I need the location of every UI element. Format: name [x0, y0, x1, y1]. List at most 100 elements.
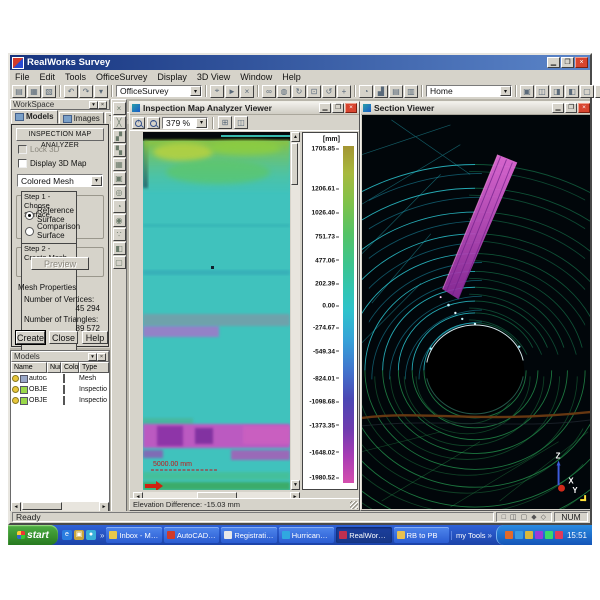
target-icon[interactable]: ◎ — [113, 186, 126, 199]
target-icon[interactable]: ⌖ — [210, 85, 224, 98]
close-all-icon[interactable]: × — [595, 85, 600, 98]
tray-power-icon[interactable] — [555, 531, 563, 539]
scroll-down-icon[interactable]: ▼ — [291, 480, 300, 490]
comparison-surface-radio[interactable]: Comparison Surface — [25, 222, 103, 240]
column-num[interactable]: Num... — [47, 362, 61, 373]
scroll-thumb[interactable] — [291, 143, 298, 185]
menu-item[interactable]: OfficeSurvey — [91, 72, 152, 82]
close-button[interactable]: × — [345, 103, 357, 113]
tray-alert-icon[interactable] — [505, 531, 513, 539]
title-bar[interactable]: RealWorks Survey ▁ ❐ × — [10, 55, 590, 70]
zoom-out-icon[interactable]: − — [147, 117, 160, 129]
mesh-type-combo[interactable]: Colored Mesh ▾ — [17, 174, 103, 187]
taskbar-task[interactable]: Inbox - Microsof... — [106, 527, 161, 543]
radio-icon[interactable] — [25, 227, 34, 236]
panel-menu-button[interactable]: ▾ — [88, 353, 97, 361]
menu-item[interactable]: File — [10, 72, 35, 82]
delete-icon[interactable]: × — [113, 102, 126, 115]
chart-icon[interactable]: ▟ — [374, 85, 388, 98]
tray-sync-icon[interactable] — [545, 531, 553, 539]
osnap-icon[interactable]: ◇ — [539, 513, 548, 521]
clip-icon[interactable]: ╳ — [113, 116, 126, 129]
tab-models[interactable]: Models — [11, 110, 58, 124]
close-form-button[interactable]: Close — [49, 331, 78, 344]
menu-item[interactable]: Tools — [60, 72, 91, 82]
tray-antivirus-icon[interactable] — [525, 531, 533, 539]
measure-icon[interactable]: + — [337, 85, 351, 98]
ie-icon[interactable]: e — [62, 530, 72, 540]
refresh-icon[interactable]: ↺ — [322, 85, 336, 98]
inspection-heatmap[interactable]: 5000.00 mm — [143, 132, 290, 490]
panel-menu-button[interactable]: ▾ — [89, 101, 98, 109]
visibility-icon[interactable] — [12, 397, 19, 404]
palette-icon[interactable]: ▥ — [404, 85, 418, 98]
combo-arrow-icon[interactable]: ▾ — [196, 118, 207, 128]
start-button[interactable]: start — [8, 525, 58, 545]
menu-item[interactable]: Edit — [35, 72, 61, 82]
cloud-icon[interactable]: ∵ — [113, 228, 126, 241]
tab-images[interactable]: Images — [59, 112, 104, 124]
undo-icon[interactable]: ↶ — [64, 85, 78, 98]
scroll-up-icon[interactable]: ▲ — [291, 132, 300, 142]
minimize-button[interactable]: ▁ — [552, 103, 564, 113]
pick-icon[interactable]: ► — [225, 85, 239, 98]
visibility-icon[interactable] — [12, 375, 19, 382]
my-tools-overflow-icon[interactable]: » — [488, 531, 492, 540]
pan-icon[interactable]: ◫ — [234, 116, 248, 129]
tray-display-icon[interactable] — [535, 531, 543, 539]
mesh-icon[interactable]: ▦ — [113, 158, 126, 171]
layers-icon[interactable]: ▤ — [389, 85, 403, 98]
show-desktop-icon[interactable]: ▣ — [74, 530, 84, 540]
menu-item[interactable]: 3D View — [192, 72, 235, 82]
lock-3d-checkbox[interactable]: Lock 3D — [18, 145, 59, 154]
taskbar-task[interactable]: RealWorks Survey — [336, 527, 391, 543]
tile-icon[interactable]: ◫ — [535, 85, 549, 98]
menu-item[interactable]: Help — [277, 72, 306, 82]
panel-close-button[interactable]: × — [97, 353, 106, 361]
options-icon[interactable]: ▾ — [94, 85, 108, 98]
panel-close-button[interactable]: × — [98, 101, 107, 109]
save-icon[interactable]: ▦ — [27, 85, 41, 98]
table-row[interactable]: OBJECT... Inspectio — [11, 384, 109, 395]
visibility-icon[interactable] — [12, 386, 19, 393]
help-button[interactable]: Help — [82, 331, 108, 344]
open-icon[interactable]: ▤ — [12, 85, 26, 98]
my-tools-toolbar[interactable]: my Tools » — [451, 531, 496, 540]
taskbar-task[interactable]: Hurricane - Micro... — [279, 527, 334, 543]
segmentation-icon[interactable]: ▚ — [113, 144, 126, 157]
probe-icon[interactable]: ◉ — [113, 214, 126, 227]
sampling-icon[interactable]: ▞ — [113, 130, 126, 143]
projection-icon[interactable]: ◧ — [113, 242, 126, 255]
resize-grip[interactable] — [350, 501, 358, 509]
table-row[interactable]: autocad... Mesh — [11, 373, 109, 384]
view-frame-icon[interactable]: ▢ — [519, 513, 530, 521]
view-combo[interactable]: Home ▾ — [426, 85, 512, 97]
close-button[interactable]: × — [575, 57, 588, 68]
snap-icon[interactable]: ◆ — [529, 513, 538, 521]
taskbar-task[interactable]: Registration Rep... — [221, 527, 276, 543]
redo-icon[interactable]: ↷ — [79, 85, 93, 98]
section-window-titlebar[interactable]: Section Viewer ▁ ❐ × — [361, 102, 590, 115]
minimize-button[interactable]: ▁ — [319, 103, 331, 113]
minimize-button[interactable]: ▁ — [547, 57, 560, 68]
fit-view-icon[interactable]: ⊞ — [218, 116, 232, 129]
close-button[interactable]: × — [578, 103, 590, 113]
maximize-button[interactable]: ❐ — [565, 103, 577, 113]
display-3d-checkbox[interactable]: Display 3D Map — [18, 159, 86, 168]
media-icon[interactable]: ● — [86, 530, 96, 540]
history-icon[interactable]: ◔ — [113, 200, 126, 213]
split-icon[interactable]: ◨ — [550, 85, 564, 98]
combo-arrow-icon[interactable]: ▾ — [91, 176, 102, 186]
checkbox-icon[interactable] — [18, 159, 27, 168]
scroll-thumb[interactable] — [22, 502, 62, 510]
link-icon[interactable]: ∞ — [262, 85, 276, 98]
map-window-titlebar[interactable]: Inspection Map Analyzer Viewer ▁ ❐ × — [130, 102, 359, 115]
clear-icon[interactable]: × — [240, 85, 254, 98]
viewport-icon[interactable]: ◧ — [565, 85, 579, 98]
combo-arrow-icon[interactable]: ▾ — [190, 86, 201, 96]
print-icon[interactable]: ▧ — [42, 85, 56, 98]
combo-arrow-icon[interactable]: ▾ — [500, 86, 511, 96]
frame-icon[interactable]: ▢ — [113, 256, 126, 269]
orbit-icon[interactable]: ◍ — [277, 85, 291, 98]
create-button[interactable]: Create — [16, 331, 45, 344]
